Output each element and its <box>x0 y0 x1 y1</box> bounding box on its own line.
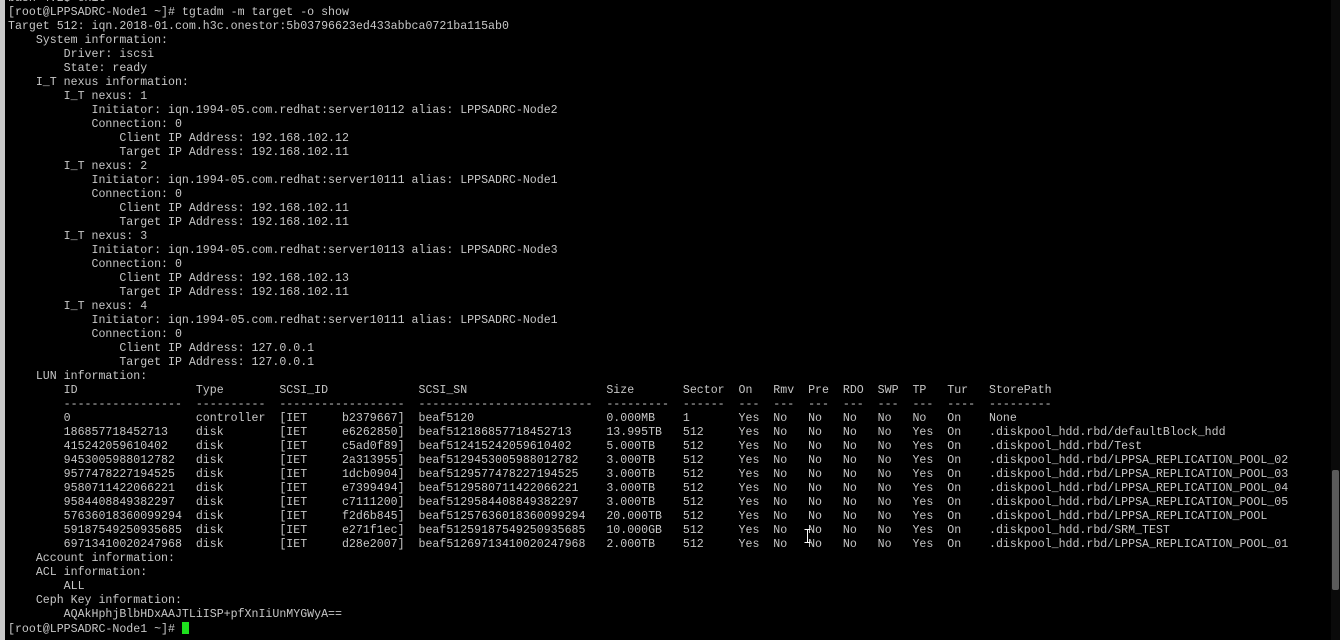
terminal-line: Connection: 0 <box>8 258 1328 272</box>
terminal-line: 57636018360099294 disk [IET f2d6b845] be… <box>8 510 1328 524</box>
terminal-line-text: 9577478227194525 disk [IET 1dcb0904] bea… <box>8 468 1289 481</box>
terminal-line: 9577478227194525 disk [IET 1dcb0904] bea… <box>8 468 1328 482</box>
terminal-line-text: 59187549250935685 disk [IET e271f1ec] be… <box>8 524 1170 537</box>
terminal-line-text: 415242059610402 disk [IET c5ad0f89] beaf… <box>8 440 1143 453</box>
terminal-line: 186857718452713 disk [IET e6262850] beaf… <box>8 426 1328 440</box>
terminal-line: I_T nexus: 3 <box>8 230 1328 244</box>
terminal-line: [root@LPPSADRC-Node1 ~]# <box>8 622 1328 636</box>
terminal-line: Client IP Address: 192.168.102.13 <box>8 272 1328 286</box>
terminal-line-text: 69713410020247968 disk [IET d28e2007] be… <box>8 538 1289 551</box>
terminal-line: Initiator: iqn.1994-05.com.redhat:server… <box>8 314 1328 328</box>
terminal-line: Client IP Address: 192.168.102.11 <box>8 202 1328 216</box>
terminal-line-text: Target 512: iqn.2018-01.com.h3c.onestor:… <box>8 20 509 33</box>
terminal-line: Connection: 0 <box>8 188 1328 202</box>
terminal-line: Target IP Address: 192.168.102.11 <box>8 216 1328 230</box>
terminal-line: Connection: 0 <box>8 118 1328 132</box>
terminal-line-text: Initiator: iqn.1994-05.com.redhat:server… <box>8 314 558 327</box>
terminal-line-text: [root@LPPSADRC-Node1 ~]# tgtadm -m targe… <box>8 6 349 19</box>
terminal-line-text: Ceph Key information: <box>8 594 182 607</box>
terminal-line-text: Initiator: iqn.1994-05.com.redhat:server… <box>8 244 558 257</box>
terminal-line-text: I_T nexus: 3 <box>8 230 148 243</box>
terminal-line: ALL <box>8 580 1328 594</box>
terminal-line: I_T nexus: 4 <box>8 300 1328 314</box>
terminal-line: Target 512: iqn.2018-01.com.h3c.onestor:… <box>8 20 1328 34</box>
terminal-line: Initiator: iqn.1994-05.com.redhat:server… <box>8 104 1328 118</box>
terminal-line-text: AQAkHphjBlbHDxAAJTLiISP+pfXnIiUnMYGWyA== <box>8 608 342 621</box>
terminal-output[interactable]: bash-4.2$ exit[root@LPPSADRC-Node1 ~]# t… <box>8 0 1328 636</box>
terminal-line: 415242059610402 disk [IET c5ad0f89] beaf… <box>8 440 1328 454</box>
terminal-line-text: ALL <box>8 580 85 593</box>
terminal-line: 69713410020247968 disk [IET d28e2007] be… <box>8 538 1328 552</box>
left-window-border <box>0 0 5 640</box>
terminal-line: Driver: iscsi <box>8 48 1328 62</box>
terminal-line: Initiator: iqn.1994-05.com.redhat:server… <box>8 174 1328 188</box>
terminal-line: Target IP Address: 127.0.0.1 <box>8 356 1328 370</box>
terminal-line: 9453005988012782 disk [IET 2a313955] bea… <box>8 454 1328 468</box>
terminal-line-text: System information: <box>8 34 169 47</box>
terminal-line: System information: <box>8 34 1328 48</box>
terminal-line-text: Connection: 0 <box>8 118 182 131</box>
terminal-line: Ceph Key information: <box>8 594 1328 608</box>
scrollbar-thumb[interactable] <box>1332 470 1339 590</box>
terminal-line-text: ACL information: <box>8 566 148 579</box>
terminal-line-text: ID Type SCSI_ID SCSI_SN Size Sector On R… <box>8 384 1052 397</box>
terminal-line: ID Type SCSI_ID SCSI_SN Size Sector On R… <box>8 384 1328 398</box>
terminal-line-text: Target IP Address: 192.168.102.11 <box>8 216 349 229</box>
terminal-line-text: 57636018360099294 disk [IET f2d6b845] be… <box>8 510 1268 523</box>
terminal-scrollbar[interactable] <box>1331 0 1340 640</box>
block-cursor-icon <box>181 622 189 634</box>
terminal-line: Initiator: iqn.1994-05.com.redhat:server… <box>8 244 1328 258</box>
terminal-line-text: Client IP Address: 192.168.102.11 <box>8 202 349 215</box>
terminal-line: Client IP Address: 127.0.0.1 <box>8 342 1328 356</box>
terminal-line: LUN information: <box>8 370 1328 384</box>
terminal-line-text: I_T nexus: 4 <box>8 300 148 313</box>
terminal-line-text: 186857718452713 disk [IET e6262850] beaf… <box>8 426 1226 439</box>
terminal-line: 9580711422066221 disk [IET e7399494] bea… <box>8 482 1328 496</box>
terminal-line-text: Client IP Address: 127.0.0.1 <box>8 342 315 355</box>
terminal-line-text: Client IP Address: 192.168.102.13 <box>8 272 349 285</box>
terminal-line-text: I_T nexus information: <box>8 76 189 89</box>
terminal-line-text: State: ready <box>8 62 148 75</box>
terminal-line-text: Target IP Address: 192.168.102.11 <box>8 146 349 159</box>
ibeam-mouse-icon <box>804 529 811 543</box>
terminal-line: AQAkHphjBlbHDxAAJTLiISP+pfXnIiUnMYGWyA== <box>8 608 1328 622</box>
terminal-line-text: Target IP Address: 192.168.102.11 <box>8 286 349 299</box>
terminal-line-text: bash-4.2$ exit <box>8 0 105 5</box>
terminal-line-text: Connection: 0 <box>8 328 182 341</box>
terminal-line-text: 9453005988012782 disk [IET 2a313955] bea… <box>8 454 1289 467</box>
terminal-line: Connection: 0 <box>8 328 1328 342</box>
terminal-line-text: 9584408849382297 disk [IET c7111200] bea… <box>8 496 1289 509</box>
terminal-line-text: Connection: 0 <box>8 188 182 201</box>
terminal-line: I_T nexus: 1 <box>8 90 1328 104</box>
terminal-line-text: 9580711422066221 disk [IET e7399494] bea… <box>8 482 1289 495</box>
terminal-line: Target IP Address: 192.168.102.11 <box>8 286 1328 300</box>
terminal-line-text: Client IP Address: 192.168.102.12 <box>8 132 349 145</box>
terminal-line-text: LUN information: <box>8 370 148 383</box>
terminal-line: I_T nexus information: <box>8 76 1328 90</box>
terminal-line: Client IP Address: 192.168.102.12 <box>8 132 1328 146</box>
terminal-line: State: ready <box>8 62 1328 76</box>
terminal-line-text: Driver: iscsi <box>8 48 155 61</box>
terminal-line-text: Connection: 0 <box>8 258 182 271</box>
terminal-line: 59187549250935685 disk [IET e271f1ec] be… <box>8 524 1328 538</box>
terminal-line: 9584408849382297 disk [IET c7111200] bea… <box>8 496 1328 510</box>
terminal-window[interactable]: bash-4.2$ exit[root@LPPSADRC-Node1 ~]# t… <box>0 0 1340 640</box>
terminal-line-text: I_T nexus: 2 <box>8 160 148 173</box>
terminal-line-text: ----------------- ---------- -----------… <box>8 398 1052 411</box>
terminal-line-text: Target IP Address: 127.0.0.1 <box>8 356 315 369</box>
terminal-line: ----------------- ---------- -----------… <box>8 398 1328 412</box>
terminal-line: Account information: <box>8 552 1328 566</box>
terminal-line-text: Initiator: iqn.1994-05.com.redhat:server… <box>8 104 558 117</box>
terminal-line-text: Initiator: iqn.1994-05.com.redhat:server… <box>8 174 558 187</box>
terminal-line: ACL information: <box>8 566 1328 580</box>
terminal-line-text: [root@LPPSADRC-Node1 ~]# <box>8 623 182 636</box>
terminal-line: 0 controller [IET b2379667] beaf5120 0.0… <box>8 412 1328 426</box>
terminal-line-text: I_T nexus: 1 <box>8 90 148 103</box>
terminal-line: Target IP Address: 192.168.102.11 <box>8 146 1328 160</box>
terminal-line: I_T nexus: 2 <box>8 160 1328 174</box>
terminal-line-text: Account information: <box>8 552 175 565</box>
terminal-line-text: 0 controller [IET b2379667] beaf5120 0.0… <box>8 412 1017 425</box>
terminal-line: [root@LPPSADRC-Node1 ~]# tgtadm -m targe… <box>8 6 1328 20</box>
